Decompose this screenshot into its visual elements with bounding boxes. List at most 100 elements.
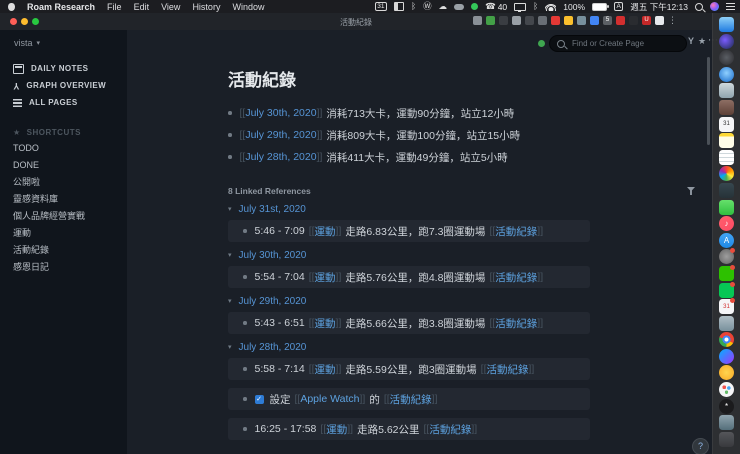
- reference-block[interactable]: 16:25 - 17:58[[運動]] 走路5.62公里[[活動紀錄]]: [228, 418, 590, 440]
- gray-box-extension-icon[interactable]: [538, 16, 547, 25]
- bullet-icon[interactable]: [243, 427, 247, 431]
- finder-icon[interactable]: [719, 17, 734, 32]
- chrome-icon[interactable]: [719, 332, 734, 348]
- date-page-link[interactable]: July 28th, 2020: [245, 151, 316, 163]
- shortcut-item[interactable]: 運動: [0, 225, 127, 242]
- date-link[interactable]: July 30th, 2020: [239, 250, 307, 261]
- date-page-link[interactable]: July 30th, 2020: [245, 107, 316, 119]
- bullet-icon[interactable]: [243, 367, 247, 371]
- notes-icon[interactable]: [719, 133, 734, 149]
- apple-menu-icon[interactable]: [8, 2, 15, 11]
- green-status-icon[interactable]: [471, 3, 479, 10]
- page-link[interactable]: 活動紀錄: [429, 422, 471, 437]
- shortcut-item[interactable]: 個人品牌經營實戰: [0, 208, 127, 225]
- menu-history[interactable]: History: [192, 2, 220, 12]
- page-link[interactable]: 活動紀錄: [495, 224, 537, 239]
- reference-block[interactable]: 5:46 - 7:09[[運動]] 走路6.83公里，跑7.3圈運動場[[活動紀錄…: [228, 220, 590, 242]
- line-icon[interactable]: [719, 281, 735, 298]
- shortcut-item[interactable]: DONE: [0, 157, 127, 174]
- page-link[interactable]: 活動紀錄: [495, 270, 537, 285]
- reference-block[interactable]: 5:58 - 7:14[[運動]] 走路5.59公里，跑3圈運動場[[活動紀錄]]: [228, 358, 590, 380]
- date-page-link[interactable]: July 29th, 2020: [245, 129, 316, 141]
- sidebar-item-all-pages[interactable]: ALL PAGES: [0, 94, 127, 111]
- reference-block[interactable]: ✓ 設定[[Apple Watch]] 的[[活動紀錄]]: [228, 388, 590, 410]
- facetime-icon[interactable]: [719, 182, 734, 198]
- page-link[interactable]: 活動紀錄: [495, 316, 537, 331]
- contacts-icon[interactable]: [719, 99, 734, 115]
- trash-icon[interactable]: [719, 431, 734, 447]
- pencil-extension-icon[interactable]: [525, 16, 534, 25]
- wifi-icon[interactable]: [545, 3, 557, 11]
- butterfly-app-icon[interactable]: [719, 365, 734, 381]
- shield-extension-icon[interactable]: [473, 16, 482, 25]
- globe-extension-icon[interactable]: [577, 16, 586, 25]
- messages-icon[interactable]: [719, 199, 734, 215]
- page-link[interactable]: 活動紀錄: [487, 362, 529, 377]
- screenshot-thumbnail-icon[interactable]: [719, 315, 734, 331]
- siri-dock-icon[interactable]: [719, 33, 734, 49]
- photos-icon[interactable]: [719, 166, 734, 182]
- reference-block[interactable]: 5:54 - 7:04[[運動]] 走路5.76公里，跑4.8圈運動場[[活動紀錄…: [228, 266, 590, 288]
- textedit-icon[interactable]: [719, 149, 734, 165]
- collapse-triangle-icon[interactable]: ▾: [228, 297, 232, 305]
- search-input[interactable]: [570, 38, 664, 49]
- page-link[interactable]: 活動紀錄: [390, 392, 432, 407]
- page-link[interactable]: 運動: [315, 270, 336, 285]
- battery-icon[interactable]: [592, 2, 609, 11]
- control-center-icon[interactable]: [726, 3, 735, 10]
- filter-references-icon[interactable]: [687, 187, 695, 195]
- color-dots-app-icon[interactable]: [719, 382, 734, 398]
- checkbox-checked[interactable]: ✓: [254, 394, 264, 404]
- shortcut-item[interactable]: 公開啦: [0, 174, 127, 191]
- calendar-date-icon[interactable]: 31: [374, 2, 387, 11]
- dark-extension-icon[interactable]: [499, 16, 508, 25]
- wechat-icon[interactable]: [719, 264, 735, 281]
- spotlight-icon[interactable]: [695, 2, 703, 11]
- blue-shield-extension-icon[interactable]: [590, 16, 599, 25]
- video-extension-icon[interactable]: [512, 16, 521, 25]
- date-link[interactable]: July 31st, 2020: [239, 204, 306, 215]
- bullet-icon[interactable]: [228, 111, 232, 115]
- menu-file[interactable]: File: [107, 2, 122, 12]
- help-button[interactable]: ?: [692, 438, 709, 454]
- launchpad-icon[interactable]: [719, 50, 734, 66]
- shortcut-item[interactable]: 活動紀錄: [0, 242, 127, 259]
- safari-icon[interactable]: [719, 66, 734, 82]
- page-link[interactable]: Apple Watch: [300, 393, 359, 405]
- downloads-thumbnail-icon[interactable]: [719, 415, 734, 431]
- bullet-icon[interactable]: [228, 155, 232, 159]
- messenger-icon[interactable]: [719, 348, 734, 364]
- bullet-icon[interactable]: [243, 229, 247, 233]
- bullet-icon[interactable]: [243, 321, 247, 325]
- reference-block[interactable]: 5:43 - 6:51[[運動]] 走路5.66公里，跑3.8圈運動場[[活動紀錄…: [228, 312, 590, 334]
- sidebar-item-daily-notes[interactable]: DAILY NOTES: [0, 60, 127, 77]
- bluetooth-icon[interactable]: ᛒ: [411, 2, 416, 11]
- date-link[interactable]: July 28th, 2020: [239, 342, 307, 353]
- calendar-alt-icon[interactable]: 31: [719, 298, 735, 315]
- bullet-icon[interactable]: [228, 133, 232, 137]
- bluetooth-icon-2[interactable]: ᛒ: [533, 2, 538, 11]
- menubar-clock[interactable]: 週五 下午12:13: [630, 1, 688, 13]
- window-layout-icon[interactable]: [393, 2, 404, 11]
- system-preferences-icon[interactable]: [719, 248, 735, 265]
- phone-calls-icon[interactable]: ☎ 40: [485, 2, 507, 12]
- counter-extension-icon[interactable]: 5: [603, 16, 612, 25]
- calendar-app-icon[interactable]: 31: [719, 116, 734, 132]
- sidebar-item-graph-overview[interactable]: Y GRAPH OVERVIEW: [0, 77, 127, 94]
- collapse-triangle-icon[interactable]: ▾: [228, 343, 232, 351]
- app-menu-title[interactable]: Roam Research: [27, 2, 95, 12]
- date-link[interactable]: July 29th, 2020: [239, 296, 307, 307]
- collapse-triangle-icon[interactable]: ▾: [228, 251, 232, 259]
- menu-window[interactable]: Window: [232, 2, 264, 12]
- page-link[interactable]: 運動: [326, 422, 347, 437]
- extensions-overflow-icon[interactable]: ⋮: [668, 16, 677, 25]
- wordpress-icon[interactable]: Ⓦ: [423, 2, 432, 11]
- preview-icon[interactable]: [719, 83, 734, 99]
- graph-switcher[interactable]: vista ▾: [14, 38, 40, 48]
- widget-pill-icon[interactable]: [454, 3, 465, 10]
- red-lines-extension-icon[interactable]: [616, 16, 625, 25]
- bullet-icon[interactable]: [243, 397, 247, 401]
- scrollbar[interactable]: [707, 57, 710, 145]
- dark-circle-extension-icon[interactable]: [629, 16, 638, 25]
- collapse-triangle-icon[interactable]: ▾: [228, 205, 232, 213]
